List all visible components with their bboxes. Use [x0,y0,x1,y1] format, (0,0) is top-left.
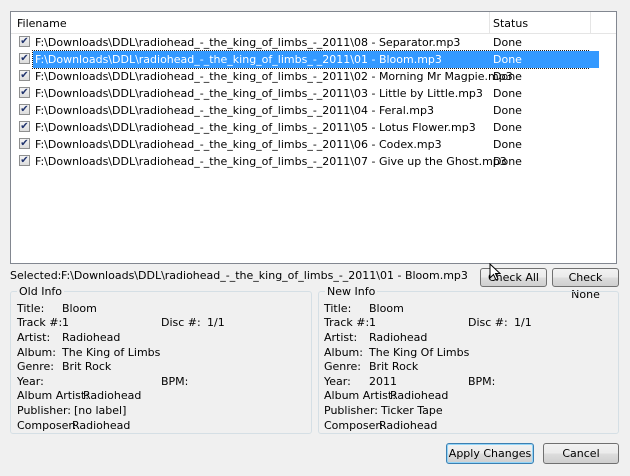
new-bpm-label: BPM: [468,375,496,388]
new-title-value: Bloom [369,302,404,315]
old-artist-label: Artist: [17,331,51,344]
cancel-button[interactable]: Cancel [543,443,619,464]
row-checkbox[interactable]: ✔ [19,87,30,98]
new-album-value: The King Of Limbs [369,346,470,359]
row-status: Done [493,138,522,151]
old-bpm-label: BPM: [161,375,189,388]
new-genre-value: Brit Rock [369,360,419,373]
selected-path: F:\Downloads\DDL\radiohead_-_the_king_of… [61,269,468,282]
row-checkbox[interactable]: ✔ [19,70,30,81]
table-row[interactable]: ✔ F:\Downloads\DDL\radiohead_-_the_king_o… [11,102,611,119]
old-album-value: The King of Limbs [62,346,161,359]
row-filename: F:\Downloads\DDL\radiohead_-_the_king_of… [35,87,483,100]
new-disc-value: 1/1 [514,316,532,329]
old-publisher-label: Publisher: [17,404,72,417]
new-composer-label: Composer: [324,419,384,432]
new-artist-value: Radiohead [369,331,428,344]
row-status: Done [493,155,522,168]
old-publisher-value: [no label] [74,404,127,417]
old-disc-value: 1/1 [207,316,225,329]
row-checkbox[interactable]: ✔ [19,155,30,166]
row-filename: F:\Downloads\DDL\radiohead_-_the_king_of… [35,138,442,151]
old-title-label: Title: [17,302,45,315]
old-composer-label: Composer: [17,419,77,432]
table-row[interactable]: ✔ F:\Downloads\DDL\radiohead_-_the_king_o… [11,50,611,69]
apply-changes-button[interactable]: Apply Changes [446,443,534,464]
new-year-value: 2011 [369,375,397,388]
row-checkbox[interactable]: ✔ [19,36,30,47]
row-filename: F:\Downloads\DDL\radiohead_-_the_king_of… [35,121,476,134]
table-row[interactable]: ✔ F:\Downloads\DDL\radiohead_-_the_king_o… [11,153,611,170]
table-row[interactable]: ✔ F:\Downloads\DDL\radiohead_-_the_king_o… [11,68,611,85]
file-list[interactable]: Filename Status ✔ F:\Downloads\DDL\radioh… [10,11,617,264]
row-checkbox[interactable]: ✔ [19,138,30,149]
row-status: Done [493,104,522,117]
old-album-label: Album: [17,346,56,359]
row-filename: F:\Downloads\DDL\radiohead_-_the_king_of… [35,36,461,49]
old-title-value: Bloom [62,302,97,315]
mouse-cursor-icon [489,263,501,281]
new-album-artist-value: Radiohead [390,389,449,402]
new-artist-label: Artist: [324,331,358,344]
old-composer-value: Radiohead [72,419,131,432]
old-info-group: Old Info Title: Bloom Track #: 1 Disc #:… [10,285,312,434]
old-album-artist-value: Radiohead [83,389,142,402]
row-status: Done [493,36,522,49]
new-info-heading: New Info [325,285,378,298]
new-track-value: 1 [369,316,376,329]
row-status: Done [492,51,599,68]
row-status: Done [493,87,522,100]
old-genre-value: Brit Rock [62,360,112,373]
old-genre-label: Genre: [17,360,55,373]
row-status: Done [493,70,522,83]
new-composer-value: Radiohead [379,419,438,432]
table-row[interactable]: ✔ F:\Downloads\DDL\radiohead_-_the_king_o… [11,85,611,102]
selected-label: Selected: [10,269,62,282]
new-info-group: New Info Title: Bloom Track #: 1 Disc #:… [318,285,619,434]
old-artist-value: Radiohead [62,331,121,344]
row-status: Done [493,121,522,134]
row-checkbox[interactable]: ✔ [19,53,30,64]
row-filename: F:\Downloads\DDL\radiohead_-_the_king_of… [35,155,507,168]
row-filename: F:\Downloads\DDL\radiohead_-_the_king_of… [35,70,513,83]
old-year-label: Year: [17,375,44,388]
column-header-status[interactable]: Status [490,12,590,34]
column-header-filename[interactable]: Filename [11,12,490,34]
new-album-artist-label: Album Artist: [324,389,396,402]
column-header-status-label: Status [493,17,529,30]
check-none-button[interactable]: Check None [552,268,619,301]
new-genre-label: Genre: [324,360,362,373]
old-track-label: Track #: [17,316,63,329]
row-checkbox[interactable]: ✔ [19,104,30,115]
old-album-artist-label: Album Artist: [17,389,89,402]
row-checkbox[interactable]: ✔ [19,121,30,132]
table-row[interactable]: ✔ F:\Downloads\DDL\radiohead_-_the_king_o… [11,34,611,51]
old-disc-label: Disc #: [161,316,201,329]
new-publisher-label: Publisher: [324,404,379,417]
new-disc-label: Disc #: [468,316,508,329]
row-filename: F:\Downloads\DDL\radiohead_-_the_king_of… [35,104,434,117]
old-track-value: 1 [62,316,69,329]
new-publisher-value: Ticker Tape [381,404,443,417]
new-year-label: Year: [324,375,351,388]
new-title-label: Title: [324,302,352,315]
column-header-empty [591,12,616,34]
table-row[interactable]: ✔ F:\Downloads\DDL\radiohead_-_the_king_o… [11,136,611,153]
table-row[interactable]: ✔ F:\Downloads\DDL\radiohead_-_the_king_o… [11,119,611,136]
column-header-filename-label: Filename [17,17,67,30]
old-info-heading: Old Info [17,285,65,298]
new-album-label: Album: [324,346,363,359]
new-track-label: Track #: [324,316,370,329]
